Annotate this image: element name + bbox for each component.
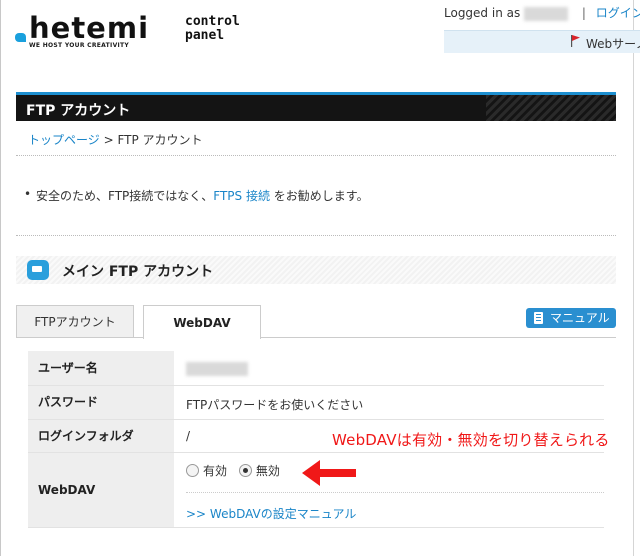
webdav-enable-option[interactable]: 有効: [186, 464, 227, 478]
web-server-bar: Webサーノ: [444, 30, 640, 53]
breadcrumb-current: FTP アカウント: [117, 133, 203, 147]
webdav-manual-link[interactable]: >> WebDAVの設定マニュアル: [186, 507, 356, 521]
ftps-link[interactable]: FTPS 接続: [213, 189, 270, 203]
divider: [186, 492, 604, 493]
section-header: メイン FTP アカウント: [16, 256, 616, 284]
breadcrumb: トップページ > FTP アカウント: [28, 131, 203, 148]
row-divider: [28, 527, 604, 528]
tab-underline: [16, 337, 616, 338]
tab-ftp-account[interactable]: FTPアカウント: [16, 305, 134, 337]
page-title: FTP アカウント: [26, 103, 131, 119]
login-history-link[interactable]: ログイン履: [596, 6, 640, 20]
manual-button[interactable]: マニュアル: [526, 308, 616, 328]
login-folder-value: /: [186, 429, 191, 443]
logo-text: hetemi: [29, 11, 150, 45]
logo-control-panel: control panel: [185, 15, 240, 43]
breadcrumb-separator: >: [103, 133, 114, 147]
username-redacted: [186, 361, 248, 376]
user-bar: Logged in as | ログイン履: [444, 4, 640, 21]
security-notice: • 安全のため、FTP接続ではなく、FTPS 接続 をお勧めします。: [24, 187, 369, 204]
row-label-webdav: WebDAV: [28, 453, 174, 527]
password-value: FTPパスワードをお使いください: [186, 398, 364, 412]
manual-book-icon: [534, 312, 543, 324]
flag-icon: [571, 35, 580, 47]
radio-disable-label: 無効: [255, 464, 280, 478]
radio-enable-label: 有効: [203, 464, 228, 478]
header-separator: |: [581, 6, 586, 20]
right-border: [633, 0, 634, 556]
page-title-bar: FTP アカウント: [16, 92, 616, 121]
row-label-login-folder: ログインフォルダ: [28, 420, 174, 452]
breadcrumb-home-link[interactable]: トップページ: [28, 133, 100, 147]
username-value: [186, 361, 248, 376]
logo-tagline: WE HOST YOUR CREATIVITY: [29, 42, 130, 49]
logo[interactable]: hetemi WE HOST YOUR CREATIVITY control p…: [15, 12, 275, 56]
webdav-disable-option[interactable]: 無効: [238, 464, 280, 478]
row-label-password: パスワード: [28, 386, 174, 419]
notice-text-before: 安全のため、FTP接続ではなく、: [36, 189, 214, 203]
radio-enable[interactable]: [186, 464, 199, 477]
row-label-username: ユーザー名: [28, 351, 174, 385]
logged-in-label: Logged in as: [444, 6, 521, 20]
divider: [16, 155, 616, 156]
radio-disable[interactable]: [238, 464, 252, 477]
notice-text-after: をお勧めします。: [269, 189, 369, 203]
webdav-manual-link-wrap: >> WebDAVの設定マニュアル: [186, 505, 356, 522]
annotation-text: WebDAVは有効・無効を切り替えられる: [332, 431, 610, 449]
section-title: メイン FTP アカウント: [62, 264, 214, 280]
divider: [16, 235, 616, 236]
logo-mark: [15, 33, 26, 42]
logo-control-line2: panel: [185, 28, 225, 43]
ftp-account-icon: [27, 260, 49, 280]
tab-webdav[interactable]: WebDAV: [143, 305, 261, 339]
webdav-radio-group: 有効 無効: [186, 462, 280, 479]
username-redacted: [524, 6, 569, 21]
arrow-left-icon: [302, 460, 356, 486]
left-border: [0, 0, 1, 556]
manual-button-label: マニュアル: [550, 311, 610, 325]
logo-control-line1: control: [185, 14, 240, 29]
bullet: •: [24, 187, 32, 201]
title-stripes: [486, 95, 616, 121]
web-server-label[interactable]: Webサーノ: [586, 35, 640, 52]
